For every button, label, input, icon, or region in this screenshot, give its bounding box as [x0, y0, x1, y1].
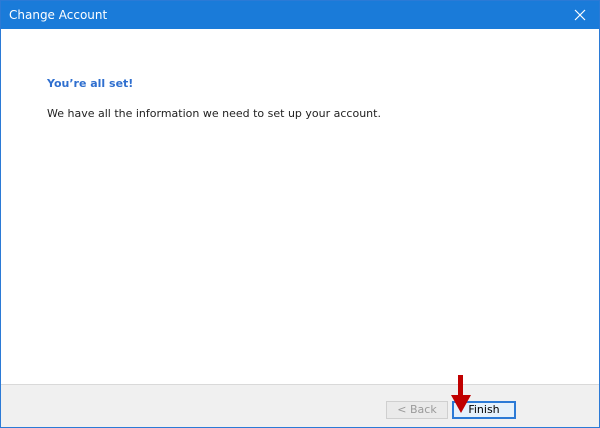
- close-icon: [574, 9, 586, 21]
- title-bar: Change Account: [1, 1, 599, 29]
- back-button[interactable]: < Back: [386, 401, 448, 419]
- dialog-footer: < Back Finish: [1, 385, 599, 427]
- change-account-dialog: Change Account You’re all set! We have a…: [0, 0, 600, 428]
- info-message: We have all the information we need to s…: [47, 107, 381, 120]
- success-heading: You’re all set!: [47, 77, 134, 90]
- close-button[interactable]: [561, 1, 599, 29]
- content-area: You’re all set! We have all the informat…: [1, 29, 599, 384]
- pointer-arrow-icon: [451, 375, 471, 413]
- window-title: Change Account: [9, 8, 108, 22]
